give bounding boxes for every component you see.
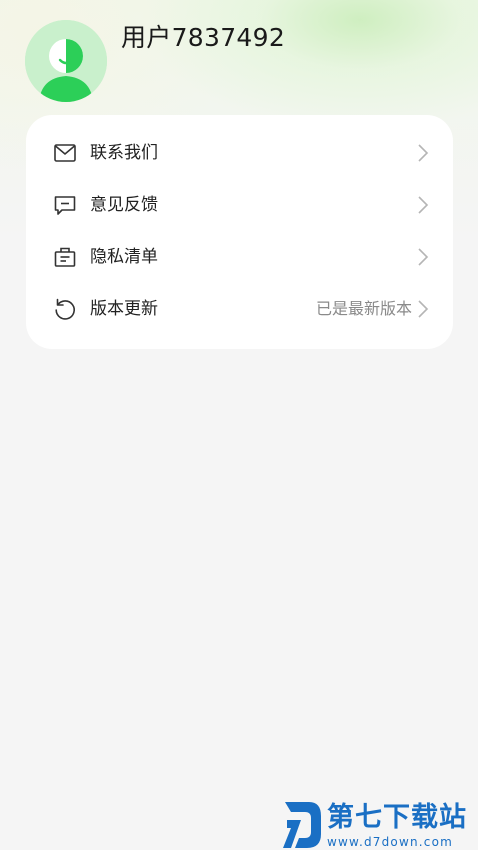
watermark-url: www.d7down.com <box>327 835 454 849</box>
profile-header: 用户7837492 <box>0 0 478 112</box>
chevron-right-icon <box>417 297 429 321</box>
watermark: 第七下载站 www.d7down.com <box>283 800 473 850</box>
update-icon <box>53 297 77 321</box>
chevron-right-icon <box>417 245 429 269</box>
menu-item-feedback[interactable]: 意见反馈 <box>26 179 453 231</box>
feedback-icon <box>53 193 77 217</box>
mail-icon <box>53 141 77 165</box>
menu-item-privacy-list[interactable]: 隐私清单 <box>26 231 453 283</box>
menu-card: 联系我们 意见反馈 隐私清单 版本更新 已是最新版本 <box>26 115 453 349</box>
chevron-right-icon <box>417 141 429 165</box>
menu-item-version-update[interactable]: 版本更新 已是最新版本 <box>26 283 453 335</box>
chevron-right-icon <box>417 193 429 217</box>
menu-item-label: 版本更新 <box>90 299 158 319</box>
menu-item-label: 联系我们 <box>90 143 158 163</box>
avatar[interactable] <box>25 20 107 102</box>
menu-item-contact-us[interactable]: 联系我们 <box>26 127 453 179</box>
username: 用户7837492 <box>121 23 286 52</box>
menu-item-label: 意见反馈 <box>90 195 158 215</box>
privacy-list-icon <box>53 245 77 269</box>
watermark-title: 第七下载站 <box>327 802 467 833</box>
avatar-person-icon <box>25 20 107 102</box>
menu-item-label: 隐私清单 <box>90 247 158 267</box>
watermark-logo-icon <box>283 802 321 848</box>
version-status: 已是最新版本 <box>315 299 412 318</box>
